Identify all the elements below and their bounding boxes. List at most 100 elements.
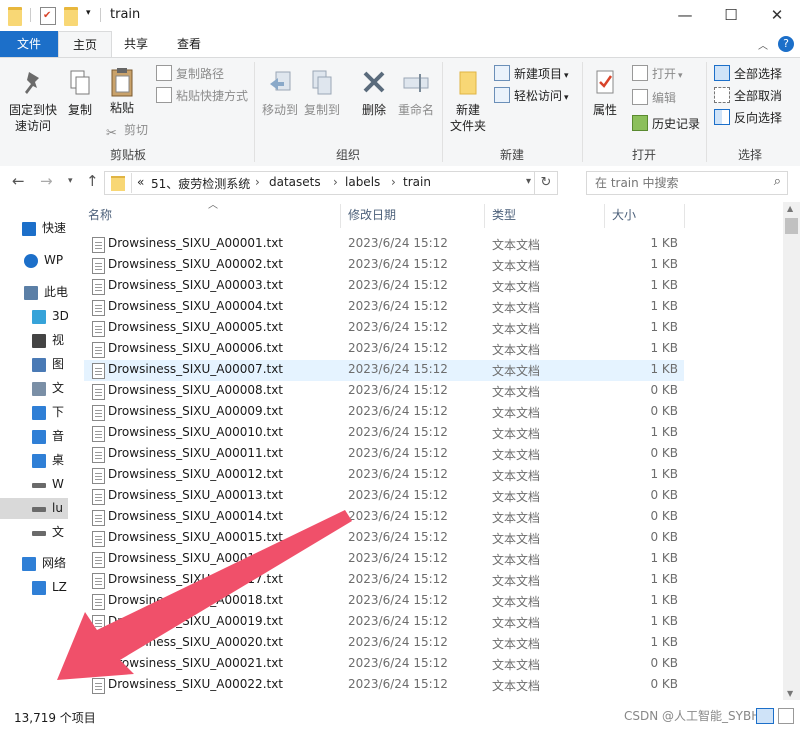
table-row[interactable]: Drowsiness_SIXU_A00005.txt 2023/6/24 15:1… [84,318,684,339]
table-row[interactable]: Drowsiness_SIXU_A00004.txt 2023/6/24 15:1… [84,297,684,318]
scrollbar-thumb[interactable] [785,218,798,234]
close-button[interactable]: ✕ [754,0,800,31]
breadcrumb-item[interactable]: 51、疲劳检测系统 [151,175,250,192]
nav-item[interactable]: 音 [0,426,68,447]
table-row[interactable]: Drowsiness_SIXU_A00011.txt 2023/6/24 15:1… [84,444,684,465]
customize-qa-dropdown-icon[interactable]: ▾ [86,8,91,18]
nav-item[interactable]: 3D [0,306,68,327]
history-button[interactable]: 历史记录 [632,114,700,134]
address-dropdown-icon[interactable]: ▾ [526,176,531,187]
table-row[interactable]: Drowsiness_SIXU_A00003.txt 2023/6/24 15:1… [84,276,684,297]
search-input[interactable] [593,174,757,192]
scroll-up-icon[interactable]: ▲ [787,204,793,213]
column-header-size[interactable]: 大小 [612,206,636,223]
recent-locations-icon[interactable]: ▾ [68,176,73,186]
breadcrumb-separator-icon[interactable]: › [333,175,338,189]
nav-item[interactable]: LZ [0,577,68,598]
tab-view[interactable]: 查看 [164,31,214,57]
new-item-button[interactable]: 新建项目 ▾ [494,64,569,84]
new-folder-button[interactable]: 新建 文件夹 [446,68,490,134]
breadcrumb-separator-icon[interactable]: › [391,175,396,189]
nav-item[interactable]: 下 [0,402,68,423]
table-row[interactable]: Drowsiness_SIXU_A00020.txt 2023/6/24 15:1… [84,633,684,654]
table-row[interactable]: Drowsiness_SIXU_A00019.txt 2023/6/24 15:1… [84,612,684,633]
tab-home[interactable]: 主页 [58,31,112,58]
nav-item[interactable]: 文 [0,522,68,543]
maximize-button[interactable]: ☐ [708,0,754,31]
nav-item[interactable]: 图 [0,354,68,375]
paste-button[interactable]: 粘贴 [104,66,140,116]
nav-item[interactable]: lu [0,498,68,519]
scroll-down-icon[interactable]: ▼ [787,689,793,698]
refresh-icon[interactable]: ↻ [534,172,557,194]
search-box[interactable]: ⌕ [586,171,788,195]
breadcrumb-item[interactable]: labels [345,175,380,189]
table-row[interactable]: Drowsiness_SIXU_A00006.txt 2023/6/24 15:1… [84,339,684,360]
back-arrow-icon[interactable]: ← [12,172,25,190]
minimize-button[interactable]: — [662,0,708,31]
table-row[interactable]: Drowsiness_SIXU_A00014.txt 2023/6/24 15:1… [84,507,684,528]
table-row[interactable]: Drowsiness_SIXU_A00018.txt 2023/6/24 15:1… [84,591,684,612]
invert-selection-button[interactable]: 反向选择 [714,108,782,128]
breadcrumb-overflow[interactable]: « [137,175,144,189]
column-divider[interactable] [340,204,341,228]
properties-button[interactable]: 属性 [586,68,624,118]
search-icon[interactable]: ⌕ [774,174,781,189]
nav-item[interactable]: WP [0,250,68,271]
nav-item[interactable]: 网络 [0,553,68,574]
nav-item[interactable]: 此电 [0,282,68,303]
large-icons-view-icon[interactable] [778,708,794,724]
nav-item[interactable]: 视 [0,330,68,351]
pin-quick-access-button[interactable]: 固定到快 速访问 [6,68,60,134]
column-divider[interactable] [604,204,605,228]
column-divider[interactable] [484,204,485,228]
delete-button[interactable]: 删除 [354,68,394,118]
copy-path-button[interactable]: 复制路径 [156,64,224,84]
table-row[interactable]: Drowsiness_SIXU_A00015.txt 2023/6/24 15:1… [84,528,684,549]
column-header-date[interactable]: 修改日期 [348,206,396,223]
table-row[interactable]: Drowsiness_SIXU_A00010.txt 2023/6/24 15:1… [84,423,684,444]
table-row[interactable]: Drowsiness_SIXU_A00009.txt 2023/6/24 15:1… [84,402,684,423]
column-divider[interactable] [684,204,685,228]
tab-share[interactable]: 共享 [112,31,160,57]
nav-item[interactable]: W [0,474,68,495]
copy-button[interactable]: 复制 [62,68,98,118]
breadcrumb-item[interactable]: train [403,175,431,189]
forward-arrow-icon[interactable]: → [40,172,53,190]
collapse-ribbon-icon[interactable]: ︿ [758,37,768,52]
copy-to-button[interactable]: 复制到 [302,68,342,118]
table-row[interactable]: Drowsiness_SIXU_A00008.txt 2023/6/24 15:1… [84,381,684,402]
address-bar[interactable]: « 51、疲劳检测系统 › datasets › labels › train … [104,171,558,195]
column-header-type[interactable]: 类型 [492,206,516,223]
easy-access-button[interactable]: 轻松访问 ▾ [494,86,569,106]
table-row[interactable]: Drowsiness_SIXU_A00012.txt 2023/6/24 15:1… [84,465,684,486]
table-row[interactable]: Drowsiness_SIXU_A00022.txt 2023/6/24 15:1… [84,675,684,696]
select-all-button[interactable]: 全部选择 [714,64,782,84]
table-row[interactable]: Drowsiness_SIXU_A00017.txt 2023/6/24 15:1… [84,570,684,591]
breadcrumb-separator-icon[interactable]: › [255,175,260,189]
vertical-scrollbar[interactable]: ▲ ▼ [783,202,800,700]
details-view-icon[interactable] [756,708,774,724]
properties-qa-icon[interactable]: ✔ [40,7,56,25]
open-button[interactable]: 打开 ▾ [632,64,683,84]
new-folder-qa-icon[interactable] [64,7,78,26]
nav-item[interactable]: 桌 [0,450,68,471]
nav-item[interactable]: 文 [0,378,68,399]
paste-shortcut-button[interactable]: 粘贴快捷方式 [156,86,248,106]
breadcrumb-item[interactable]: datasets [269,175,321,189]
up-arrow-icon[interactable]: ↑ [86,172,99,190]
nav-item[interactable]: 快速 [0,218,68,239]
table-row[interactable]: Drowsiness_SIXU_A00007.txt 2023/6/24 15:1… [84,360,684,381]
table-row[interactable]: Drowsiness_SIXU_A00021.txt 2023/6/24 15:1… [84,654,684,675]
tab-file[interactable]: 文件 [0,31,58,57]
move-to-button[interactable]: 移动到 [260,68,300,118]
column-header-name[interactable]: 名称 [88,206,112,223]
rename-button[interactable]: 重命名 [396,68,436,118]
select-none-button[interactable]: 全部取消 [714,86,782,106]
edit-button[interactable]: 编辑 [632,88,676,108]
table-row[interactable]: Drowsiness_SIXU_A00016.txt 2023/6/24 15:1… [84,549,684,570]
table-row[interactable]: Drowsiness_SIXU_A00002.txt 2023/6/24 15:1… [84,255,684,276]
table-row[interactable]: Drowsiness_SIXU_A00013.txt 2023/6/24 15:1… [84,486,684,507]
table-row[interactable]: Drowsiness_SIXU_A00001.txt 2023/6/24 15:1… [84,234,684,255]
cut-button[interactable]: ✂ 剪切 [106,120,148,141]
